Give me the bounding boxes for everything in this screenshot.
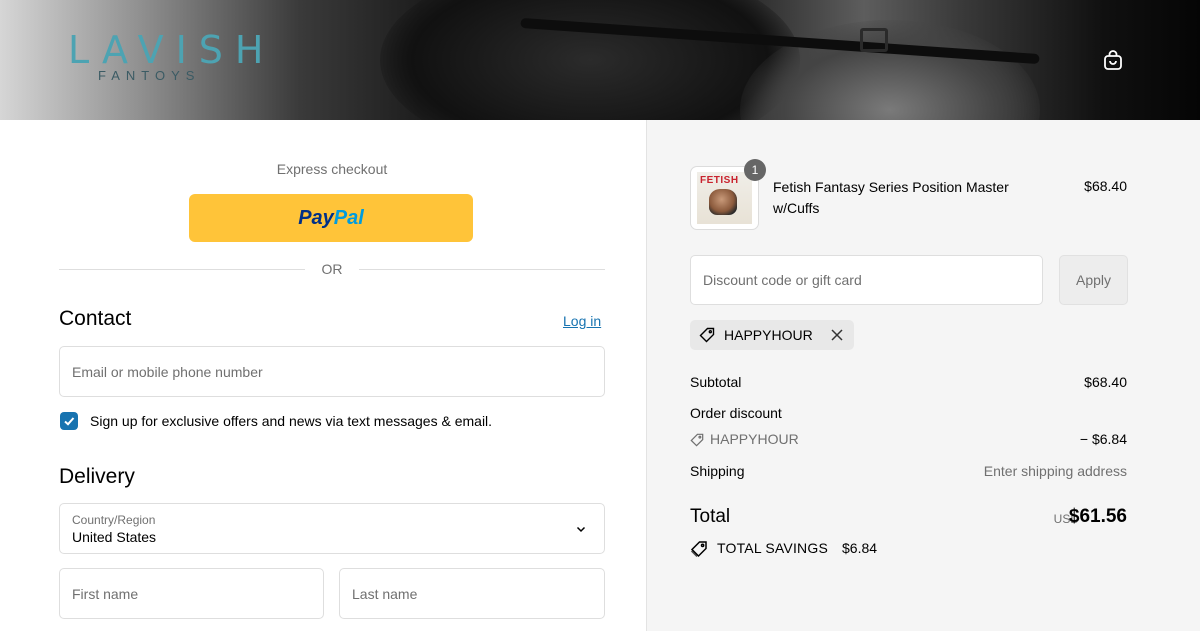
express-checkout-label: Express checkout bbox=[276, 161, 388, 177]
header-banner: LAVISH FANTOYS bbox=[0, 0, 1200, 120]
chevron-down-icon bbox=[576, 526, 586, 533]
logo-subtitle: FANTOYS bbox=[98, 68, 201, 83]
store-logo[interactable]: LAVISH FANTOYS bbox=[68, 28, 276, 83]
last-name-field[interactable]: Last name bbox=[339, 568, 605, 619]
banner-buckle bbox=[860, 28, 888, 52]
paypal-button[interactable]: Pay Pal bbox=[189, 194, 473, 242]
last-name-placeholder: Last name bbox=[352, 585, 418, 602]
product-brand-text: FETISH bbox=[700, 175, 739, 186]
banner-shadow bbox=[380, 0, 800, 120]
country-select[interactable]: Country/Region United States bbox=[59, 503, 605, 554]
shipping-value: Enter shipping address bbox=[983, 463, 1127, 479]
tag-icon bbox=[699, 327, 715, 343]
product-price: $68.40 bbox=[1084, 178, 1127, 194]
first-name-placeholder: First name bbox=[72, 585, 139, 602]
email-field[interactable]: Email or mobile phone number bbox=[59, 346, 605, 397]
shipping-label: Shipping bbox=[690, 463, 745, 479]
email-placeholder: Email or mobile phone number bbox=[72, 363, 263, 380]
first-name-field[interactable]: First name bbox=[59, 568, 324, 619]
order-discount-label: Order discount bbox=[690, 405, 782, 421]
product-name: Fetish Fantasy Series Position Master w/… bbox=[773, 179, 1009, 216]
checkmark-icon bbox=[64, 417, 75, 426]
order-summary: FETISH 1 Fetish Fantasy Series Position … bbox=[646, 120, 1200, 631]
paypal-logo-pal: Pal bbox=[333, 206, 364, 229]
discount-placeholder: Discount code or gift card bbox=[703, 272, 862, 288]
logo-wordmark: LAVISH bbox=[68, 28, 276, 72]
total-value: $61.56 bbox=[1068, 506, 1127, 527]
quantity-badge: 1 bbox=[744, 159, 766, 181]
or-divider: OR bbox=[59, 260, 605, 278]
discount-code-field[interactable]: Discount code or gift card bbox=[690, 255, 1043, 305]
shopping-bag-icon bbox=[1104, 50, 1122, 70]
checkout-form: Express checkout Pay Pal OR Contact Log i… bbox=[0, 120, 646, 631]
subtotal-label: Subtotal bbox=[690, 374, 742, 390]
total-savings-label: TOTAL SAVINGS bbox=[717, 540, 828, 556]
total-label: Total bbox=[690, 506, 731, 527]
tag-icon bbox=[690, 433, 704, 447]
country-label: Country/Region bbox=[72, 513, 156, 527]
signup-label: Sign up for exclusive offers and news vi… bbox=[90, 413, 493, 429]
country-value: United States bbox=[72, 529, 157, 545]
remove-discount-icon[interactable] bbox=[830, 328, 844, 342]
total-savings-value: $6.84 bbox=[842, 540, 878, 556]
login-link[interactable]: Log in bbox=[563, 313, 601, 329]
apply-button[interactable]: Apply bbox=[1059, 255, 1128, 305]
paypal-logo-pay: Pay bbox=[298, 206, 334, 229]
applied-code: HAPPYHOUR bbox=[724, 327, 813, 343]
applied-discount-chip: HAPPYHOUR bbox=[690, 320, 854, 350]
delivery-heading: Delivery bbox=[59, 465, 135, 488]
contact-heading: Contact bbox=[59, 307, 132, 330]
subtotal-value: $68.40 bbox=[1084, 374, 1127, 390]
product-figure bbox=[709, 189, 737, 215]
signup-checkbox[interactable] bbox=[60, 412, 78, 430]
cart-button[interactable] bbox=[1101, 48, 1125, 72]
savings-tag-icon bbox=[690, 541, 707, 558]
discount-code-label: HAPPYHOUR bbox=[710, 431, 799, 447]
divider-line-right bbox=[359, 269, 605, 270]
discount-value: − $6.84 bbox=[1079, 431, 1127, 447]
